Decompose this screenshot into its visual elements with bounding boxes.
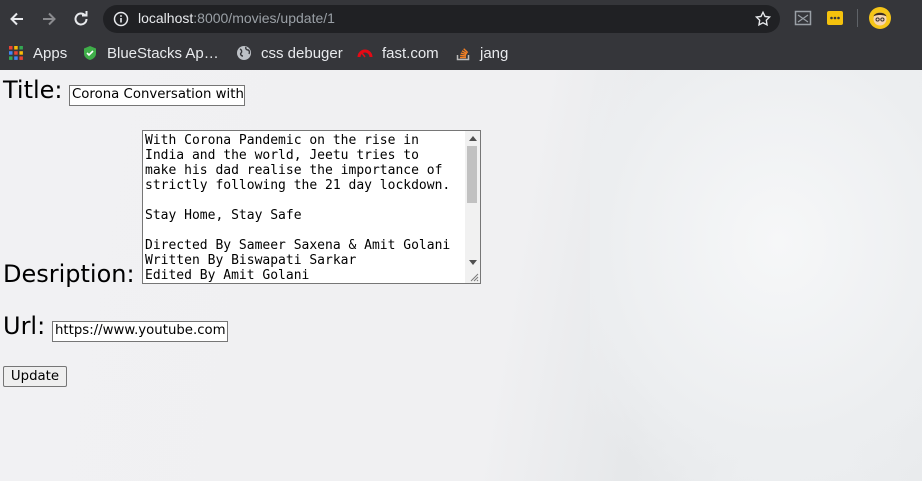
bookmark-bluestacks[interactable]: BlueStacks Ap…	[82, 42, 219, 64]
title-input[interactable]: Corona Conversation with	[69, 85, 245, 106]
scrollbar-thumb[interactable]	[467, 146, 477, 203]
scroll-down-arrow-icon[interactable]	[469, 260, 477, 265]
textarea-scrollbar[interactable]	[465, 131, 480, 283]
page-body: Title: Corona Conversation with With Cor…	[0, 70, 922, 481]
bookmark-fast-com[interactable]: fast.com	[357, 42, 439, 64]
forward-arrow-icon	[43, 12, 56, 26]
browser-toolbar: localhost:8000/movies/update/1	[0, 0, 922, 38]
bookmarks-bar: Apps BlueStacks Ap… css debuger fast.com…	[0, 38, 922, 70]
address-url: localhost:8000/movies/update/1	[138, 10, 335, 26]
bookmark-label: jang	[480, 44, 509, 62]
bookmark-star-icon[interactable]	[754, 10, 772, 32]
cast-extension-icon[interactable]	[794, 9, 812, 31]
stack-overflow-icon	[456, 48, 470, 61]
reload-icon	[74, 11, 88, 26]
bluestacks-icon	[84, 46, 96, 60]
info-icon[interactable]	[113, 11, 129, 31]
bookmark-label: css debuger	[261, 44, 343, 62]
bookmark-apps[interactable]: Apps	[8, 42, 67, 64]
resize-handle-icon[interactable]	[469, 272, 479, 282]
fast-speedometer-icon	[357, 49, 373, 58]
back-arrow-icon	[10, 12, 23, 26]
profile-avatar[interactable]	[869, 7, 891, 33]
bookmark-css-debuger[interactable]: css debuger	[236, 42, 343, 64]
notes-extension-icon[interactable]	[826, 9, 844, 31]
apps-grid-icon	[9, 46, 23, 60]
back-button[interactable]	[6, 8, 28, 30]
address-bar[interactable]: localhost:8000/movies/update/1	[103, 5, 780, 33]
url-path: :8000/movies/update/1	[193, 10, 335, 26]
description-textarea[interactable]: With Corona Pandemic on the rise in Indi…	[142, 130, 481, 284]
description-text: With Corona Pandemic on the rise in Indi…	[145, 133, 451, 283]
toolbar-divider	[857, 9, 858, 27]
background-decoration	[590, 70, 922, 481]
bookmark-label: BlueStacks Ap…	[107, 44, 219, 62]
scroll-up-arrow-icon[interactable]	[469, 136, 477, 141]
title-label: Title:	[3, 76, 63, 104]
bookmark-label: Apps	[33, 44, 68, 62]
description-label: Desription:	[3, 260, 135, 288]
bookmark-jang[interactable]: jang	[455, 42, 508, 64]
forward-button[interactable]	[38, 8, 60, 30]
globe-icon	[237, 46, 251, 60]
reload-button[interactable]	[70, 8, 92, 30]
url-input[interactable]: https://www.youtube.com	[52, 321, 228, 342]
bookmark-label: fast.com	[382, 44, 439, 62]
update-button[interactable]: Update	[3, 366, 67, 387]
url-host: localhost	[138, 10, 194, 26]
url-label: Url:	[3, 312, 46, 340]
